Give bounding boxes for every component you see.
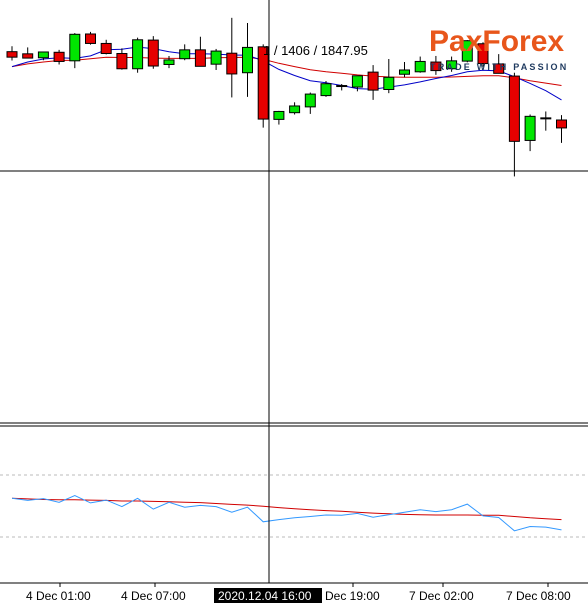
- candle-body: [414, 60, 426, 73]
- candle-body: [100, 42, 112, 55]
- x-tick-label: Dec 19:00: [325, 589, 380, 603]
- candle-body: [37, 51, 49, 59]
- x-axis: 4 Dec 01:00 4 Dec 07:00 2020.12.04 16:00…: [26, 583, 571, 603]
- trading-chart: 1 / 1406 / 1847.95 4 Dec 01:00 4 Dec 07:…: [0, 0, 588, 604]
- candle-body: [351, 75, 363, 88]
- candle-body: [289, 105, 301, 114]
- candle-body: [226, 52, 238, 75]
- candle-body: [399, 69, 410, 75]
- candle-body: [179, 49, 191, 60]
- candle-body: [6, 51, 18, 58]
- logo-tagline: TRADE WITH PASSION: [430, 62, 568, 72]
- candle-body: [336, 85, 348, 88]
- logo-wordmark: PaxForex: [429, 25, 564, 58]
- candle-body: [116, 53, 128, 70]
- candle-body: [194, 49, 206, 67]
- candle-body: [383, 76, 395, 90]
- candle-body: [524, 115, 536, 141]
- candle-body: [320, 83, 332, 97]
- x-tick-label: 7 Dec 08:00: [506, 589, 571, 603]
- candle-body: [132, 39, 144, 70]
- logo-x-mark: x: [466, 25, 483, 58]
- candle-body: [210, 50, 222, 65]
- candle-body: [163, 59, 175, 65]
- candle-body: [556, 119, 567, 129]
- chart-canvas: 1 / 1406 / 1847.95 4 Dec 01:00 4 Dec 07:…: [0, 0, 588, 603]
- candle-body: [53, 51, 65, 62]
- logo-part1: Pa: [429, 25, 466, 58]
- candle-body: [69, 33, 81, 62]
- candle-body: [540, 117, 552, 120]
- candle-body: [508, 75, 520, 142]
- candle-body: [367, 71, 379, 91]
- candle-body: [85, 33, 96, 44]
- candle-body: [22, 53, 34, 59]
- candle-body: [304, 93, 316, 108]
- x-tick-label: 7 Dec 02:00: [409, 589, 474, 603]
- candle-body: [242, 46, 253, 74]
- logo-part2: Forex: [482, 25, 564, 58]
- oscillator-fast-line: [11, 494, 562, 532]
- paxforex-logo: PaxForex TRADE WITH PASSION: [429, 25, 568, 72]
- candle-body: [147, 39, 159, 67]
- oscillator-slow-line: [11, 497, 562, 521]
- x-tick-label: 4 Dec 01:00: [26, 589, 91, 603]
- x-tick-label: 4 Dec 07:00: [121, 589, 186, 603]
- x-highlight-label: 2020.12.04 16:00: [218, 589, 312, 603]
- crosshair-readout: 1 / 1406 / 1847.95: [263, 43, 368, 58]
- candle-body: [273, 110, 285, 120]
